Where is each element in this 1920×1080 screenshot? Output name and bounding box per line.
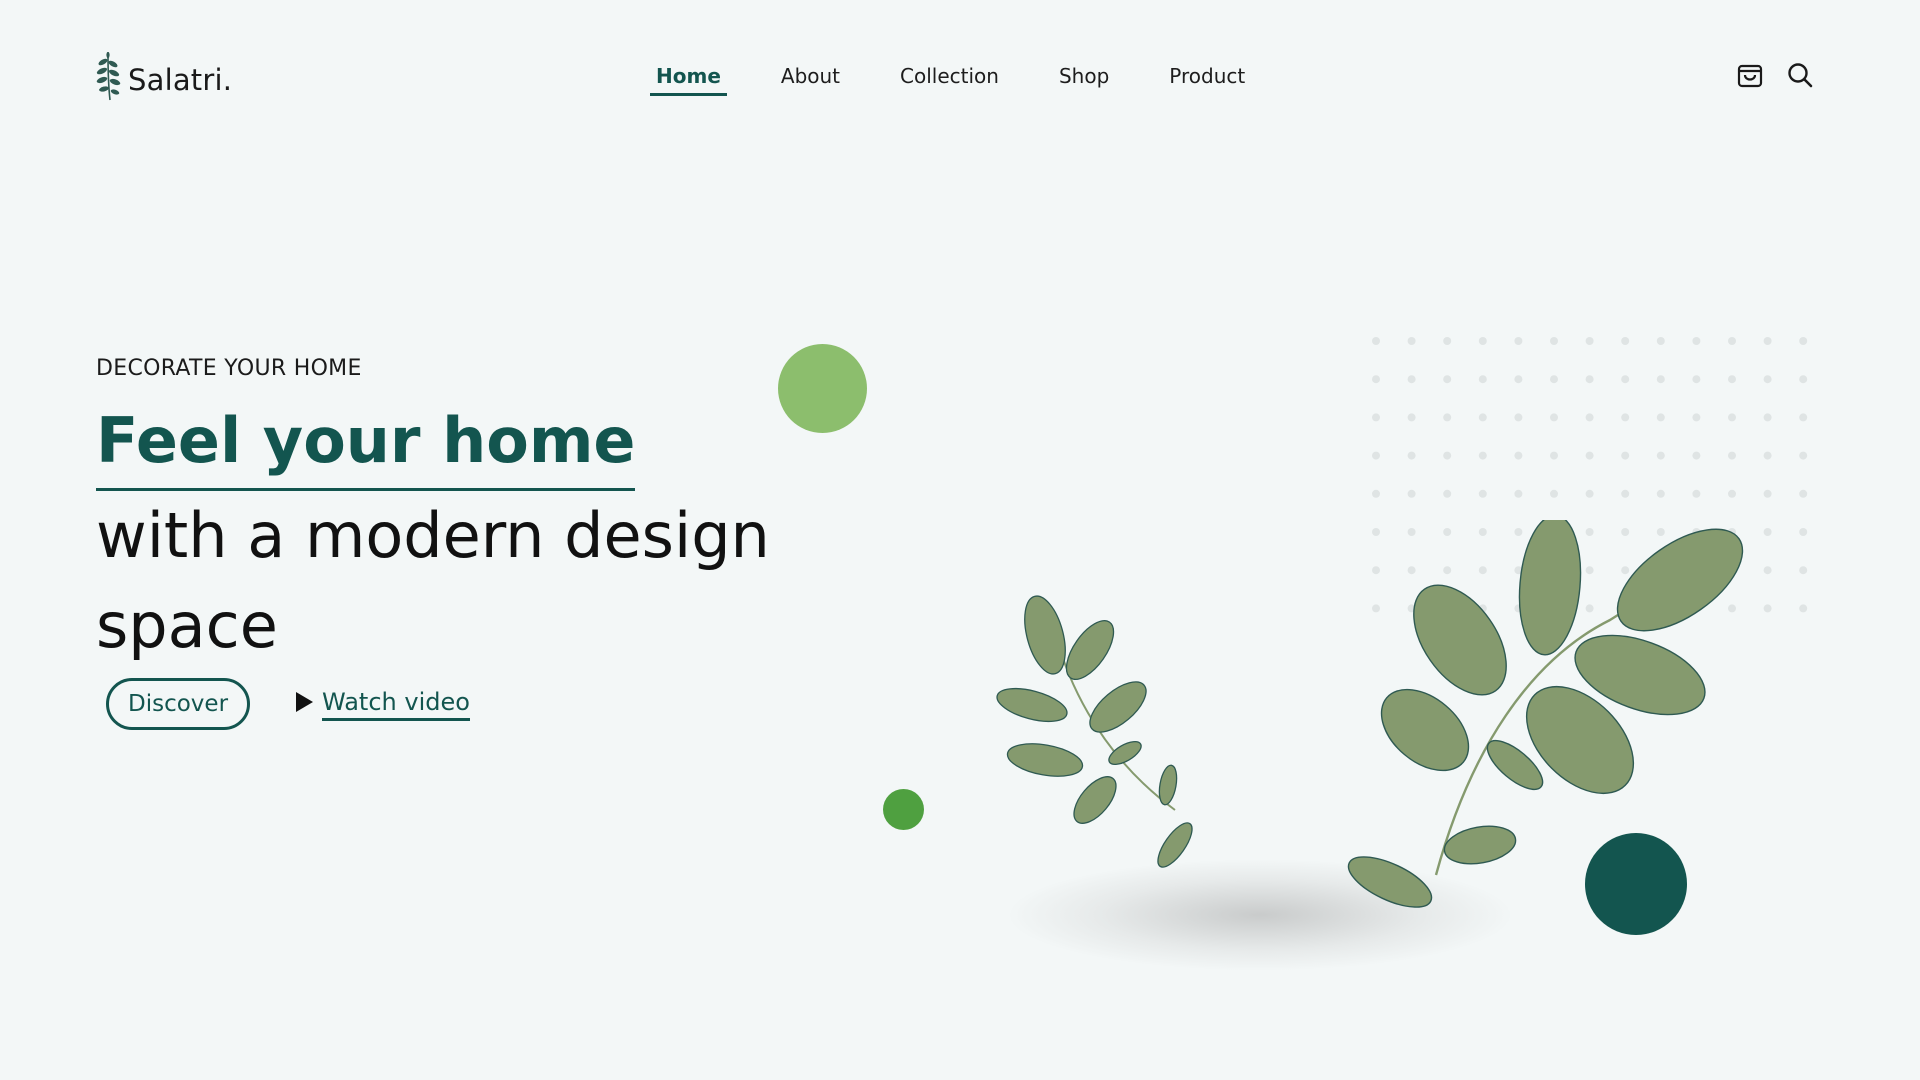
grid-dot: [1514, 451, 1523, 460]
grid-dot: [1407, 489, 1416, 498]
grid-dot: [1372, 375, 1380, 384]
grid-dot: [1514, 375, 1523, 384]
grid-dot: [1763, 528, 1772, 536]
grid-dot: [1763, 451, 1772, 460]
grid-dot: [1728, 337, 1736, 345]
grid-dot: [1799, 337, 1808, 345]
grid-dot: [1478, 413, 1487, 422]
grid-dot: [1514, 489, 1523, 498]
grid-dot: [1763, 604, 1772, 613]
grid-dot: [1585, 375, 1594, 384]
grid-dot: [1656, 451, 1665, 460]
decorative-circle-light: [778, 344, 867, 433]
grid-dot: [1799, 566, 1808, 575]
grid-dot: [1585, 337, 1594, 345]
watch-video-label: Watch video: [322, 688, 470, 721]
grid-dot: [1763, 337, 1772, 345]
nav-item-product[interactable]: Product: [1163, 60, 1251, 96]
grid-dot: [1763, 489, 1772, 498]
grid-dot: [1621, 375, 1630, 384]
grid-dot: [1799, 375, 1808, 384]
grid-dot: [1621, 489, 1630, 498]
grid-dot: [1550, 413, 1558, 422]
grid-dot: [1728, 413, 1736, 422]
grid-dot: [1728, 375, 1736, 384]
nav-item-shop[interactable]: Shop: [1053, 60, 1115, 96]
grid-dot: [1407, 413, 1416, 422]
headline-rest: with a modern design space: [96, 491, 786, 671]
hero-cta-row: Discover Watch video: [106, 678, 470, 730]
play-icon: [294, 691, 314, 717]
search-icon[interactable]: [1786, 61, 1814, 89]
nav-item-about[interactable]: About: [775, 60, 846, 96]
leaf-branch-left: [996, 595, 1193, 868]
grid-dot: [1692, 375, 1701, 384]
grid-dot: [1372, 413, 1380, 422]
grid-dot: [1799, 489, 1808, 498]
hero-headline: Feel your home with a modern design spac…: [96, 400, 786, 671]
grid-dot: [1443, 375, 1452, 384]
grid-dot: [1443, 451, 1452, 460]
grid-dot: [1585, 489, 1594, 498]
grid-dot: [1550, 489, 1558, 498]
nav-item-collection[interactable]: Collection: [894, 60, 1005, 96]
grid-dot: [1692, 337, 1701, 345]
grid-dot: [1478, 489, 1487, 498]
leaf-sprig-icon: [94, 51, 122, 108]
grid-dot: [1407, 375, 1416, 384]
grid-dot: [1443, 413, 1452, 422]
grid-dot: [1692, 413, 1701, 422]
grid-dot: [1372, 489, 1380, 498]
header-actions: [1736, 61, 1814, 89]
grid-dot: [1443, 489, 1452, 498]
grid-dot: [1550, 337, 1558, 345]
grid-dot: [1656, 489, 1665, 498]
grid-dot: [1372, 337, 1380, 345]
shopping-bag-icon[interactable]: [1736, 61, 1764, 89]
grid-dot: [1656, 337, 1665, 345]
grid-dot: [1656, 375, 1665, 384]
grid-dot: [1372, 451, 1380, 460]
grid-dot: [1550, 451, 1558, 460]
grid-dot: [1763, 413, 1772, 422]
grid-dot: [1728, 451, 1736, 460]
grid-dot: [1621, 413, 1630, 422]
grid-dot: [1692, 489, 1701, 498]
grid-dot: [1478, 451, 1487, 460]
grid-dot: [1585, 413, 1594, 422]
decorative-circle-small: [883, 789, 924, 830]
grid-dot: [1656, 413, 1665, 422]
grid-dot: [1514, 413, 1523, 422]
headline-highlight: Feel your home: [96, 400, 636, 491]
grid-dot: [1478, 337, 1487, 345]
brand-name: Salatri.: [128, 63, 233, 97]
hero-eyebrow: DECORATE YOUR HOME: [96, 356, 362, 381]
grid-dot: [1621, 451, 1630, 460]
main-nav: Home About Collection Shop Product: [650, 60, 1299, 96]
brand-logo[interactable]: Salatri.: [94, 51, 233, 108]
grid-dot: [1799, 413, 1808, 422]
grid-dot: [1692, 451, 1701, 460]
grid-dot: [1799, 528, 1808, 536]
leaf-branch-right: [1347, 520, 1744, 908]
grid-dot: [1728, 489, 1736, 498]
grid-dot: [1407, 451, 1416, 460]
headline-rest-text: with a modern design space: [96, 499, 770, 662]
grid-dot: [1550, 375, 1558, 384]
grid-dot: [1763, 566, 1772, 575]
grid-dot: [1763, 375, 1772, 384]
grid-dot: [1478, 375, 1487, 384]
grid-dot: [1799, 451, 1808, 460]
grid-dot: [1407, 337, 1416, 345]
watch-video-link[interactable]: Watch video: [294, 688, 470, 721]
grid-dot: [1799, 604, 1808, 613]
grid-dot: [1621, 337, 1630, 345]
nav-item-home[interactable]: Home: [650, 60, 727, 96]
grid-dot: [1514, 337, 1523, 345]
grid-dot: [1443, 337, 1452, 345]
discover-button[interactable]: Discover: [106, 678, 251, 730]
grid-dot: [1585, 451, 1594, 460]
